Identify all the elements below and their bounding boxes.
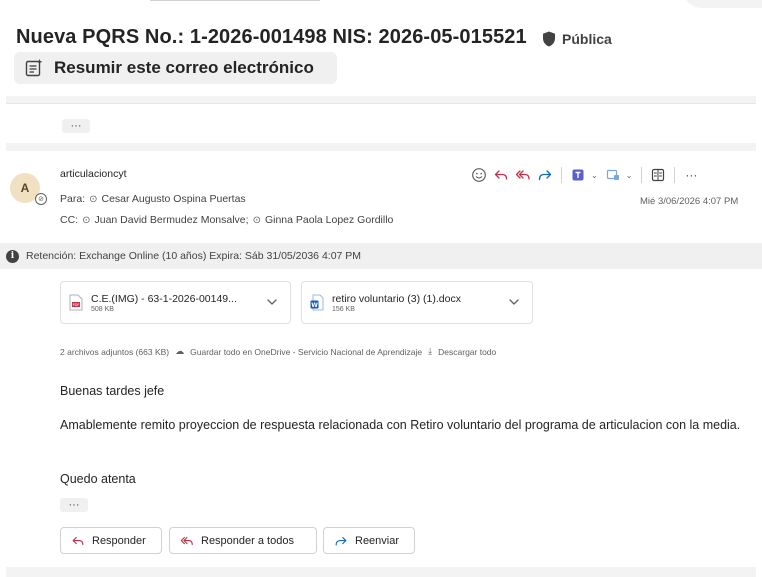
chevron-down-icon[interactable]: ⌄ <box>591 171 598 180</box>
attachment-name: C.E.(IMG) - 63-1-2026-00149... <box>91 292 237 305</box>
attachment-name: retiro voluntario (3) (1).docx <box>332 292 461 305</box>
reply-all-label: Responder a todos <box>201 534 294 547</box>
cc-recipients: CC: ⊙ Juan David Bermudez Monsalve; ⊙ Gi… <box>60 214 393 226</box>
reply-label: Responder <box>92 534 146 547</box>
word-file-icon: W <box>310 294 324 311</box>
cloud-icon: ☁ <box>175 346 185 356</box>
sender-name[interactable]: articulacioncyt <box>60 168 127 180</box>
summarize-email-button[interactable]: Resumir este correo electrónico <box>14 52 337 84</box>
emoji-reaction-button[interactable] <box>468 166 490 184</box>
forward-icon <box>335 536 347 546</box>
email-body-closing: Quedo atenta <box>60 472 136 486</box>
attachment-size: 508 KB <box>91 305 114 313</box>
pdf-file-icon: PDF <box>69 294 83 311</box>
teams-share-button[interactable] <box>567 166 589 184</box>
sensitivity-badge[interactable]: Pública <box>542 31 612 47</box>
svg-text:PDF: PDF <box>73 303 80 307</box>
forward-action-button[interactable] <box>534 166 556 184</box>
message-divider <box>6 143 756 151</box>
retention-text: Retención: Exchange Online (10 años) Exp… <box>26 250 362 262</box>
summarize-label: Resumir este correo electrónico <box>54 58 314 77</box>
download-icon: ⤓ <box>428 346 433 356</box>
email-body-greeting: Buenas tardes jefe <box>60 384 165 398</box>
email-body-paragraph: Amablemente remito proyeccion de respues… <box>60 418 741 432</box>
attachment-size: 156 KB <box>332 305 355 313</box>
email-reading-pane: Nueva PQRS No.: 1-2026-001498 NIS: 2026-… <box>0 0 762 577</box>
forward-label: Reenviar <box>355 534 400 547</box>
forward-icon <box>538 170 552 181</box>
recipient-status-icon: ⊙ <box>252 214 261 226</box>
apps-icon <box>606 169 619 180</box>
attachment-card[interactable]: PDF C.E.(IMG) - 63-1-2026-00149... 508 K… <box>60 281 291 324</box>
cc-recipient[interactable]: Juan David Bermudez Monsalve; <box>94 214 248 226</box>
chevron-down-icon[interactable]: ⌄ <box>626 171 633 180</box>
thread-divider <box>6 96 756 104</box>
reply-all-action-button[interactable] <box>512 166 534 184</box>
attachment-card[interactable]: W retiro voluntario (3) (1).docx 156 KB <box>301 281 533 324</box>
summarize-icon <box>25 59 43 77</box>
reply-all-button[interactable]: Responder a todos <box>169 527 317 554</box>
to-recipient[interactable]: Cesar Augusto Ospina Puertas <box>102 193 246 205</box>
teams-icon <box>572 169 584 181</box>
reply-action-button[interactable] <box>490 166 512 184</box>
sensitivity-label: Pública <box>562 31 612 47</box>
attachments-summary: 2 archivos adjuntos (663 KB) ☁ Guardar t… <box>60 346 496 357</box>
chevron-down-icon[interactable] <box>266 296 278 308</box>
toolbar-separator <box>641 167 643 183</box>
email-subject: Nueva PQRS No.: 1-2026-001498 NIS: 2026-… <box>16 26 527 48</box>
cc-prefix: CC: <box>60 214 79 226</box>
shield-icon <box>543 31 555 47</box>
top-edge <box>0 0 762 8</box>
toolbar-separator <box>674 167 676 183</box>
bottom-divider <box>6 567 756 577</box>
reply-all-icon <box>515 170 530 180</box>
apps-button[interactable] <box>602 166 624 184</box>
to-recipients: Para: ⊙ Cesar Augusto Ospina Puertas <box>60 193 246 205</box>
top-divider <box>150 0 320 1</box>
cc-recipient[interactable]: Ginna Paola Lopez Gordillo <box>265 214 393 226</box>
to-prefix: Para: <box>60 193 86 205</box>
message-date: Mié 3/06/2026 4:07 PM <box>640 196 739 207</box>
emoji-icon <box>472 168 486 182</box>
download-all-link[interactable]: Descargar todo <box>438 347 496 357</box>
presence-status-icon: ⊘ <box>35 193 47 205</box>
recipient-status-icon: ⊙ <box>82 214 91 226</box>
reply-all-icon <box>180 536 193 545</box>
attachments-count: 2 archivos adjuntos (663 KB) <box>60 346 170 357</box>
show-trimmed-content-button[interactable]: ··· <box>60 498 88 512</box>
retention-policy-bar: i Retención: Exchange Online (10 años) E… <box>0 243 762 269</box>
show-collapsed-messages-button[interactable]: ··· <box>62 119 90 133</box>
svg-text:W: W <box>311 302 318 309</box>
info-icon: i <box>6 249 19 263</box>
immersive-reader-button[interactable] <box>647 166 669 184</box>
forward-button[interactable]: Reenviar <box>323 527 415 554</box>
more-actions-button[interactable]: ··· <box>680 166 702 184</box>
toolbar-separator <box>561 167 562 183</box>
reader-view-icon <box>652 168 665 182</box>
top-corner-shape <box>682 0 762 8</box>
reply-icon <box>72 536 84 545</box>
reply-button[interactable]: Responder <box>60 527 162 554</box>
save-all-onedrive-link[interactable]: Guardar todo en OneDrive - Servicio Naci… <box>190 347 422 357</box>
reply-icon <box>494 170 508 180</box>
chevron-down-icon[interactable] <box>508 296 520 308</box>
message-actions-toolbar: ⌄ ⌄ ··· <box>468 166 702 184</box>
recipient-status-icon: ⊙ <box>89 193 98 205</box>
